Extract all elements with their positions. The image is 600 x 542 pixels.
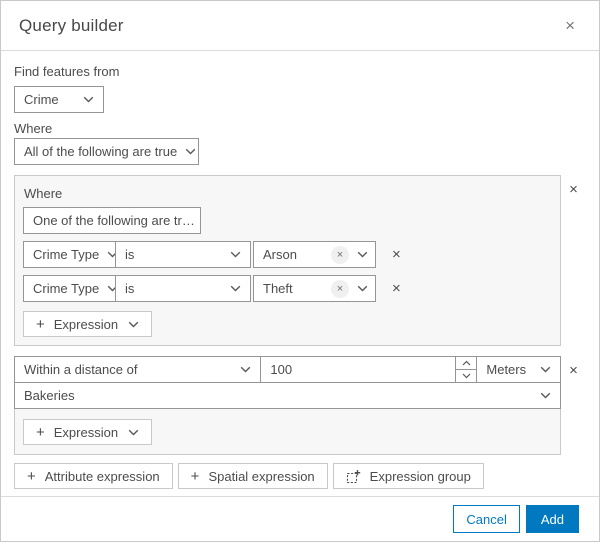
value-combobox[interactable]: Arson × <box>253 241 376 268</box>
dialog-header: Query builder × <box>1 1 599 51</box>
where-label: Where <box>14 121 53 136</box>
value-combobox-value: Arson <box>263 247 297 262</box>
group-operator-select[interactable]: One of the following are tr… <box>23 207 201 234</box>
add-expression-group-button[interactable]: Expression group <box>332 463 484 489</box>
spatial-clause-row: Within a distance of Meters <box>14 356 561 383</box>
field-select-value: Crime Type <box>33 281 100 296</box>
group-operator-value: One of the following are tr… <box>33 213 195 228</box>
cancel-label: Cancel <box>466 511 507 527</box>
expression-actions: + Attribute expression + Spatial express… <box>14 463 586 489</box>
close-icon: × <box>392 280 401 297</box>
spatial-layer-value: Bakeries <box>24 388 75 403</box>
chevron-down-icon <box>540 366 551 373</box>
remove-clause-button[interactable]: × <box>388 245 405 264</box>
field-select-value: Crime Type <box>33 247 100 262</box>
top-operator-select[interactable]: All of the following are true <box>14 138 199 165</box>
field-select[interactable]: Crime Type <box>23 241 116 268</box>
query-builder-dialog: Query builder × Find features from Crime… <box>0 0 600 542</box>
cancel-button[interactable]: Cancel <box>453 505 520 533</box>
add-expression-button[interactable]: + Expression <box>23 419 153 445</box>
plus-icon: + <box>190 467 200 485</box>
dialog-footer: Cancel Add <box>1 496 599 541</box>
field-select[interactable]: Crime Type <box>23 275 116 302</box>
spatial-group-footer: + Expression <box>15 409 560 454</box>
expression-group-label: Expression group <box>369 468 471 484</box>
group-remove-area: × <box>561 175 586 199</box>
spatial-group-row: Within a distance of Meters <box>14 356 586 455</box>
distance-stepper <box>455 357 477 382</box>
unit-select-value: Meters <box>486 362 527 377</box>
group-remove-area: × <box>561 356 586 380</box>
layer-select-value: Crime <box>24 92 59 107</box>
caret-up-icon <box>462 360 471 366</box>
operator-select[interactable]: is <box>115 275 251 302</box>
close-icon: × <box>569 181 578 198</box>
operator-select[interactable]: is <box>115 241 251 268</box>
stepper-down-button[interactable] <box>456 369 477 382</box>
attribute-expression-label: Attribute expression <box>44 468 160 484</box>
close-icon: × <box>392 246 401 263</box>
operator-select-value: is <box>125 281 135 296</box>
spatial-expression-label: Spatial expression <box>208 468 315 484</box>
close-icon: × <box>336 248 344 261</box>
deselect-value-button[interactable]: × <box>331 245 349 264</box>
remove-group-button[interactable]: × <box>565 180 582 199</box>
dialog-body: Find features from Crime Where All of th… <box>1 51 599 496</box>
chevron-down-icon <box>185 148 196 155</box>
dialog-title: Query builder <box>19 15 124 35</box>
attribute-expression-group: Where One of the following are tr… Crime… <box>14 175 561 346</box>
spatial-layer-row: Bakeries <box>14 382 561 409</box>
deselect-value-button[interactable]: × <box>331 279 349 298</box>
chevron-down-icon <box>230 251 241 258</box>
remove-clause-button[interactable]: × <box>388 279 405 298</box>
close-button[interactable]: × <box>559 13 581 38</box>
chevron-down-icon <box>128 429 139 435</box>
close-icon: × <box>565 16 575 35</box>
add-expression-button[interactable]: + Expression <box>23 311 153 337</box>
add-attribute-expression-button[interactable]: + Attribute expression <box>14 463 173 489</box>
chevron-down-icon <box>357 285 368 292</box>
add-expression-label: Expression <box>53 316 119 332</box>
add-expression-label: Expression <box>53 424 119 440</box>
clause-row: Crime Type is Arson × × <box>23 241 552 268</box>
plus-icon: + <box>27 467 36 485</box>
operator-select-value: is <box>125 247 135 262</box>
unit-select[interactable]: Meters <box>476 356 561 383</box>
top-operator-value: All of the following are true <box>24 144 178 159</box>
distance-input-cell <box>260 356 478 383</box>
spatial-layer-select[interactable]: Bakeries <box>14 382 561 409</box>
expression-group-icon <box>346 469 360 483</box>
close-icon: × <box>336 282 344 295</box>
spatial-operator-value: Within a distance of <box>24 362 138 377</box>
chevron-down-icon <box>128 321 139 327</box>
chevron-down-icon <box>241 366 251 373</box>
add-button[interactable]: Add <box>525 505 579 533</box>
attribute-group-row: Where One of the following are tr… Crime… <box>14 175 586 346</box>
remove-group-button[interactable]: × <box>565 361 582 380</box>
add-label: Add <box>540 511 564 527</box>
layer-select[interactable]: Crime <box>14 86 104 113</box>
stepper-up-button[interactable] <box>456 357 477 369</box>
plus-icon: + <box>36 315 45 333</box>
value-combobox-value: Theft <box>263 281 293 296</box>
add-spatial-expression-button[interactable]: + Spatial expression <box>177 463 328 489</box>
value-combobox[interactable]: Theft × <box>253 275 376 302</box>
chevron-down-icon <box>230 285 241 292</box>
spatial-expression-group: Within a distance of Meters <box>14 356 561 455</box>
clause-row: Crime Type is Theft × × <box>23 275 552 302</box>
close-icon: × <box>569 362 578 379</box>
group-where-label: Where <box>24 186 63 201</box>
distance-input[interactable] <box>261 362 456 377</box>
caret-down-icon <box>462 373 471 379</box>
plus-icon: + <box>36 423 45 441</box>
chevron-down-icon <box>357 251 368 258</box>
spatial-operator-select[interactable]: Within a distance of <box>14 356 262 383</box>
chevron-down-icon <box>540 392 551 399</box>
find-features-label: Find features from <box>14 64 120 79</box>
chevron-down-icon <box>83 96 94 103</box>
